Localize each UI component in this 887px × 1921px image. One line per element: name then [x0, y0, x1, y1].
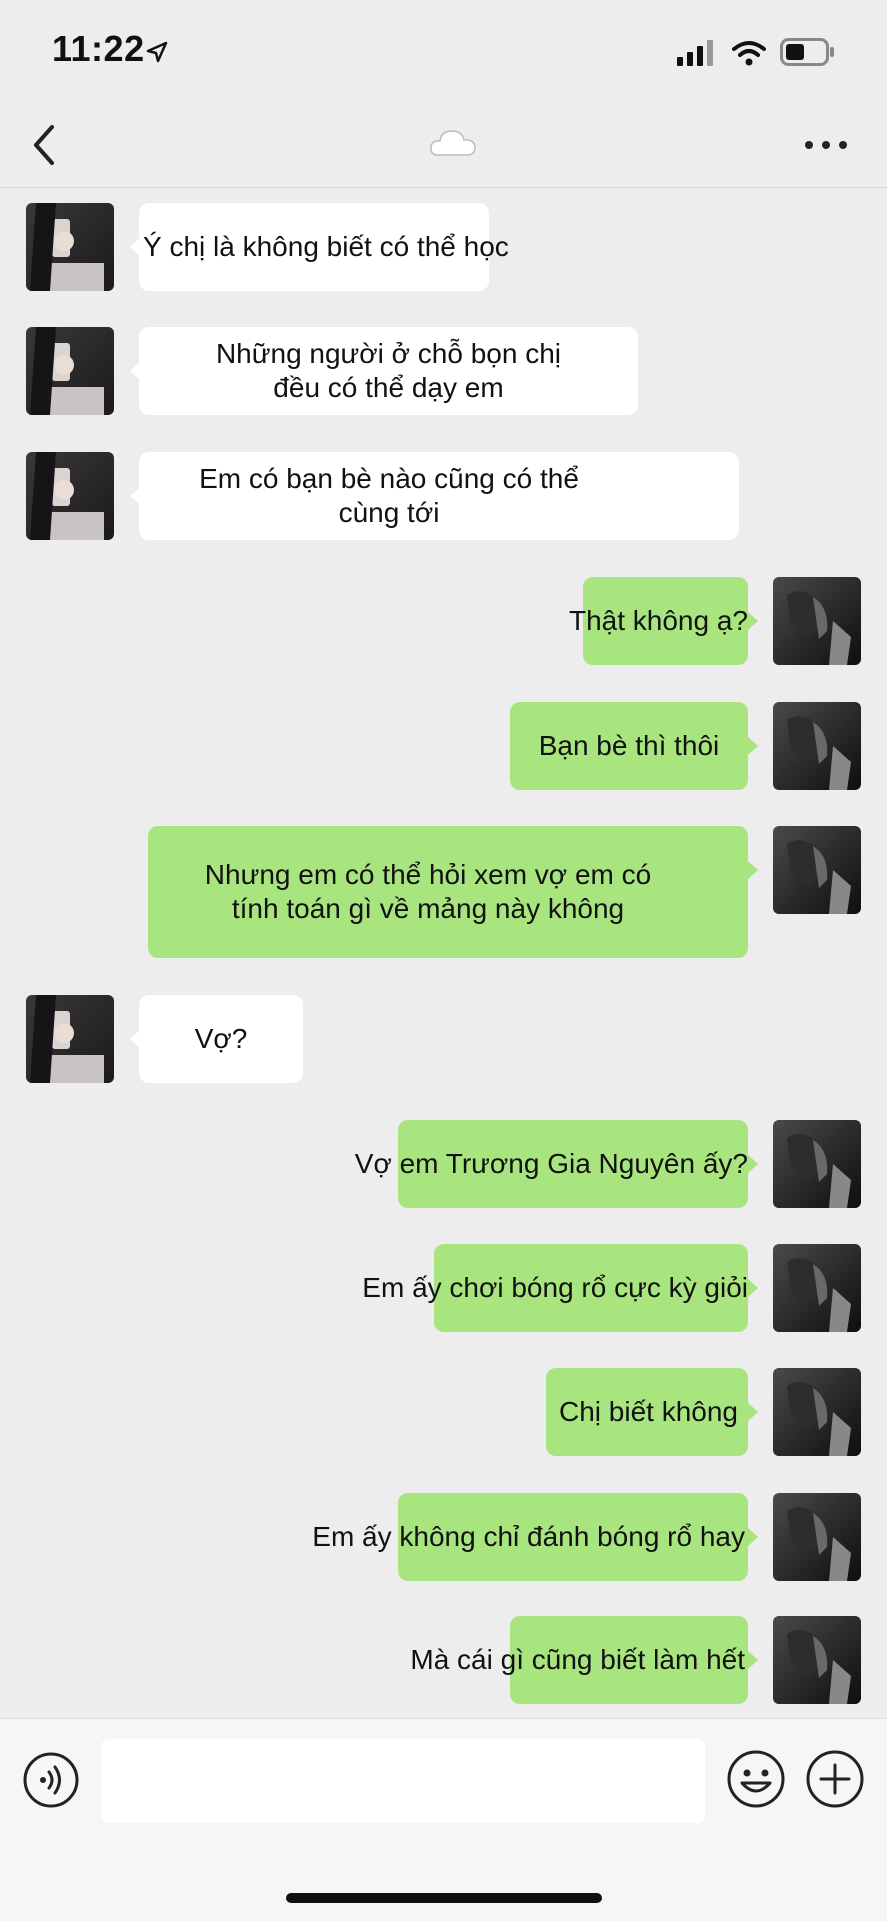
avatar[interactable] — [773, 1493, 861, 1581]
input-bar — [0, 1718, 887, 1921]
avatar[interactable] — [773, 702, 861, 790]
message-input[interactable] — [101, 1739, 705, 1823]
signal-icon — [677, 40, 713, 66]
location-arrow-icon — [146, 41, 168, 63]
message-bubble[interactable]: Chị biết không — [546, 1368, 748, 1456]
message-bubble[interactable]: Em ấy chơi bóng rổ cực kỳ giỏi — [362, 1244, 748, 1332]
home-indicator — [286, 1893, 602, 1903]
avatar[interactable] — [773, 1368, 861, 1456]
avatar[interactable] — [773, 577, 861, 665]
chevron-left-icon[interactable] — [30, 117, 80, 173]
avatar[interactable] — [26, 203, 114, 291]
message-bubble[interactable]: Nhưng em có thể hỏi xem vợ em có tính to… — [148, 826, 748, 958]
message-bubble[interactable]: Ý chị là không biết có thể học — [139, 203, 509, 291]
battery-icon — [780, 38, 834, 66]
status-bar: 11:22 — [0, 0, 887, 105]
message-bubble[interactable]: Em có bạn bè nào cũng có thể cùng tới — [139, 452, 739, 540]
message-bubble[interactable]: Mà cái gì cũng biết làm hết — [410, 1616, 748, 1704]
cloud-icon — [430, 130, 476, 156]
message-bubble[interactable]: Thật không ạ? — [569, 577, 748, 665]
message-bubble[interactable]: Vợ? — [139, 995, 303, 1083]
avatar[interactable] — [773, 826, 861, 914]
message-bubble[interactable]: Những người ở chỗ bọn chị đều có thể dạy… — [139, 327, 638, 415]
voice-icon[interactable] — [22, 1751, 80, 1809]
status-time: 11:22 — [52, 28, 145, 69]
avatar[interactable] — [26, 452, 114, 540]
plus-icon[interactable] — [805, 1749, 865, 1809]
status-icons — [677, 38, 847, 68]
wifi-icon — [732, 41, 766, 66]
avatar[interactable] — [773, 1616, 861, 1704]
message-bubble[interactable]: Vợ em Trương Gia Nguyên ấy? — [355, 1120, 748, 1208]
avatar[interactable] — [26, 327, 114, 415]
emoji-icon[interactable] — [726, 1749, 786, 1809]
avatar[interactable] — [773, 1244, 861, 1332]
message-bubble[interactable]: Bạn bè thì thôi — [510, 702, 748, 790]
avatar[interactable] — [773, 1120, 861, 1208]
avatar[interactable] — [26, 995, 114, 1083]
message-bubble[interactable]: Em ấy không chỉ đánh bóng rổ hay — [312, 1493, 748, 1581]
more-dots-icon[interactable] — [801, 127, 851, 163]
chat-header — [0, 105, 887, 188]
